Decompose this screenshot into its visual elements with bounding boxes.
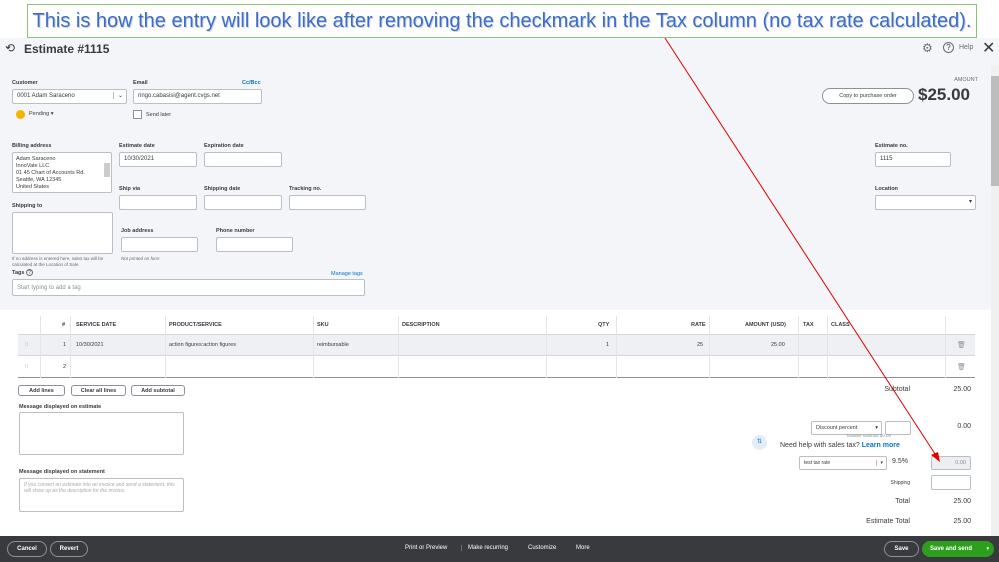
annotation-arrow	[664, 37, 940, 462]
arrow-head	[931, 452, 940, 462]
arrow-line	[664, 37, 938, 458]
